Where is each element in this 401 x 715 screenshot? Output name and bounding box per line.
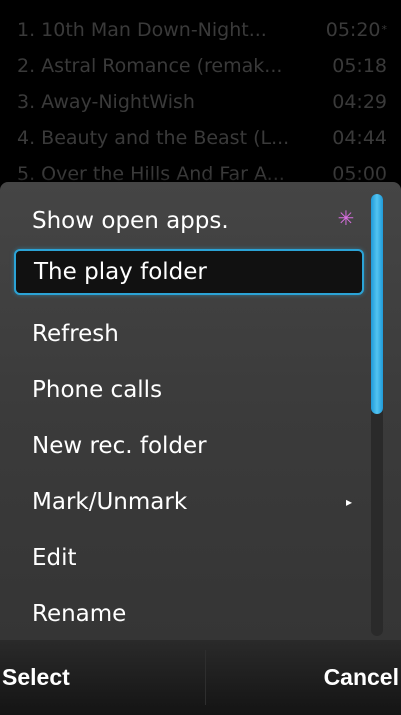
- track-duration: 05:20*: [325, 19, 388, 41]
- track-mark: *: [381, 23, 388, 36]
- chevron-right-icon: ▸: [345, 495, 352, 509]
- task-switcher-icon: ✳: [337, 206, 355, 230]
- track-title: 1. 10th Man Down-Night...: [17, 19, 267, 41]
- menu-item-label: Refresh: [32, 321, 119, 347]
- track-title: 4. Beauty and the Beast (L...: [17, 127, 290, 149]
- track-row[interactable]: 5. Over the Hills And Far A... 05:00: [17, 156, 387, 185]
- menu-item-label: The play folder: [34, 259, 207, 285]
- track-row[interactable]: 4. Beauty and the Beast (L... 04:44: [17, 120, 387, 156]
- menu-item-show-open-apps[interactable]: Show open apps. ✳: [14, 198, 364, 244]
- track-list: 1. 10th Man Down-Night... 05:20* 2. Astr…: [0, 0, 401, 185]
- scrollbar-thumb[interactable]: [371, 194, 383, 414]
- softkey-divider: [205, 650, 206, 705]
- track-row[interactable]: 3. Away-NightWish 04:29: [17, 84, 387, 120]
- menu-item-label: Edit: [32, 545, 77, 571]
- track-title: 2. Astral Romance (remak...: [17, 55, 283, 77]
- cancel-button[interactable]: Cancel: [324, 640, 399, 715]
- track-duration: 04:29: [332, 91, 387, 113]
- menu-item-refresh[interactable]: Refresh: [14, 311, 364, 357]
- track-duration: 05:18: [332, 55, 387, 77]
- menu-item-mark-unmark[interactable]: Mark/Unmark ▸: [14, 479, 364, 525]
- menu-item-play-folder[interactable]: The play folder: [14, 249, 364, 295]
- menu-item-label: Show open apps.: [32, 208, 229, 234]
- softkey-bar: Select Cancel: [0, 640, 401, 715]
- menu-item-label: New rec. folder: [32, 433, 207, 459]
- menu-item-edit[interactable]: Edit: [14, 535, 364, 581]
- track-title: 5. Over the Hills And Far A...: [17, 163, 285, 185]
- track-duration: 05:00: [332, 163, 387, 185]
- track-row[interactable]: 1. 10th Man Down-Night... 05:20*: [17, 12, 387, 48]
- menu-item-label: Mark/Unmark: [32, 489, 188, 515]
- menu-item-label: Rename: [32, 601, 127, 627]
- menu-item-rename[interactable]: Rename: [14, 591, 364, 637]
- select-button[interactable]: Select: [2, 640, 70, 715]
- menu-item-new-rec-folder[interactable]: New rec. folder: [14, 423, 364, 469]
- options-menu: Show open apps. ✳ The play folder Refres…: [0, 182, 401, 640]
- track-row[interactable]: 2. Astral Romance (remak... 05:18: [17, 48, 387, 84]
- track-duration: 04:44: [332, 127, 387, 149]
- menu-item-phone-calls[interactable]: Phone calls: [14, 367, 364, 413]
- track-title: 3. Away-NightWish: [17, 91, 195, 113]
- menu-scrollbar[interactable]: [371, 194, 383, 636]
- menu-item-label: Phone calls: [32, 377, 163, 403]
